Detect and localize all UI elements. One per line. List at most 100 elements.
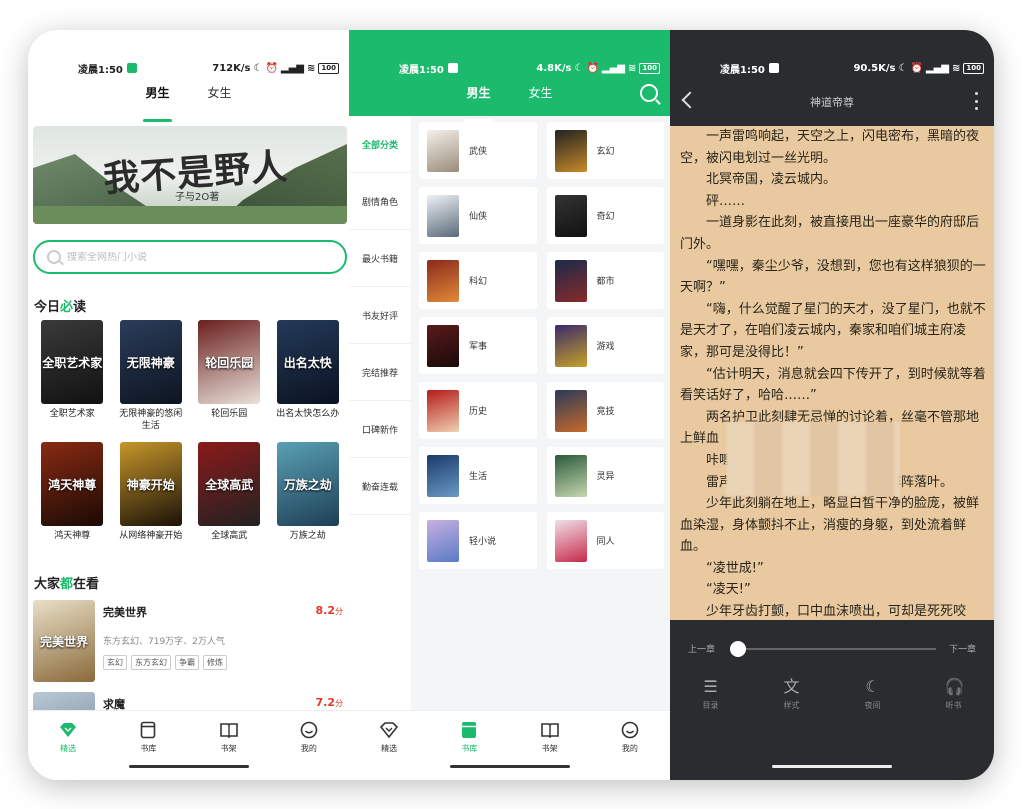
side-menu-item[interactable]: 剧情角色 [349,173,411,230]
book-cover: 全职艺术家 [41,320,104,404]
search-icon[interactable] [640,84,658,102]
category-cover [427,324,459,367]
category-label: 同人 [596,537,615,547]
category-label: 灵异 [596,472,615,482]
category-cover [427,454,459,497]
search-input[interactable] [67,251,317,263]
side-menu-item[interactable]: 书友好评 [349,287,411,344]
category-card[interactable]: 灵异 [546,447,664,504]
category-card[interactable]: 历史 [419,382,537,439]
genre-tag[interactable]: 争霸 [175,655,199,670]
category-card[interactable]: 奇幻 [546,187,664,244]
tab-female[interactable]: 女生 [208,84,232,114]
hot-item-meta: 东方玄幻、719万字、2万人气 [103,637,225,647]
category-card[interactable]: 玄幻 [546,122,664,179]
category-card[interactable]: 军事 [419,317,537,374]
search-bar[interactable] [33,240,347,274]
reader-toolbar: ☰ 目录 文 样式 ☾ 夜间 🎧 听书 [670,678,994,711]
side-menu-item[interactable]: 全部分类 [349,116,411,173]
hot-list-item[interactable]: 完美世界 完美世界 8.2分 东方玄幻、719万字、2万人气 玄幻 东方玄幻 争霸 修炼 [33,600,347,682]
category-cover [554,194,587,237]
category-card[interactable]: 生活 [419,447,537,504]
genre-tag[interactable]: 东方玄幻 [131,655,171,670]
signal-icon: ▂▄▆ [280,62,304,74]
category-card[interactable]: 游戏 [546,317,664,374]
chapter-navigation: 上一章 下一章 [670,638,994,658]
diamond-icon [59,721,77,739]
listen-button[interactable]: 🎧 听书 [924,678,984,711]
tab-female[interactable]: 女生 [529,84,553,114]
next-chapter-button[interactable]: 下一章 [949,642,976,655]
category-label: 科幻 [469,277,488,287]
side-menu-item[interactable]: 完结推荐 [349,344,411,401]
cover-title: 全球高武 [205,477,254,492]
text-paragraph: 砰…… [706,193,746,209]
more-menu-icon[interactable] [975,92,978,110]
chapter-progress-slider[interactable] [738,648,936,650]
category-card[interactable]: 轻小说 [419,512,537,569]
cover-title: 鸿天神尊 [48,477,97,492]
banner-author: 子与2O著 [175,192,220,203]
slider-thumb[interactable] [730,641,746,657]
book-card[interactable]: 鸿天神尊 鸿天神尊 [33,442,112,556]
category-card[interactable]: 都市 [546,252,664,309]
book-cover: 轮回乐园 [198,320,261,404]
book-card[interactable]: 无限神豪 无限神豪的悠闲生活 [112,320,191,434]
cover-title: 全职艺术家 [42,355,103,370]
moon-icon: ☾ [865,677,880,696]
genre-tag[interactable]: 玄幻 [103,655,127,670]
today-book-grid: 全职艺术家 全职艺术家 无限神豪 无限神豪的悠闲生活 轮回乐园 轮回乐园 出名太快 出名太快怎… [33,320,347,556]
prev-chapter-button[interactable]: 上一章 [688,642,715,655]
nav-library[interactable]: 书库 [439,721,499,780]
featured-screen: 凌晨1:50 712K/s ☾ ⏰ ▂▄▆ ≋ 100 男生 女生 我不是野人 … [28,30,349,780]
book-card[interactable]: 全职艺术家 全职艺术家 [33,320,112,434]
chapter-text: 一声雷鸣响起，天空之上，闪电密布，黑暗的夜空，被闪电划过一丝光明。 北冥帝国，凌云… [680,126,986,623]
tab-male[interactable]: 男生 [464,84,493,122]
night-mode-button[interactable]: ☾ 夜间 [843,678,903,711]
category-card[interactable]: 武侠 [419,122,537,179]
nav-bookshelf[interactable]: 书架 [520,721,580,780]
rating-score: 8.2分 [316,604,344,617]
nav-featured-label: 精选 [381,744,398,753]
genre-tag[interactable]: 修炼 [203,655,227,670]
category-cover [554,324,587,367]
alarm-icon: ⏰ [265,62,278,74]
book-cover: 万族之劫 [276,442,339,526]
category-cover [427,194,459,237]
category-card[interactable]: 竞技 [546,382,664,439]
alarm-icon: ⏰ [586,62,599,74]
status-bar: 凌晨1:50 712K/s ☾ ⏰ ▂▄▆ ≋ 100 [28,58,349,78]
tab-male[interactable]: 男生 [143,84,172,122]
nav-profile[interactable]: 我的 [279,721,339,780]
nav-library[interactable]: 书库 [118,721,178,780]
toc-label: 目录 [702,701,719,710]
book-open-icon [219,721,238,739]
text-paragraph: 北冥帝国，凌云城内。 [706,172,837,188]
category-card[interactable]: 仙侠 [419,187,537,244]
side-menu-item[interactable]: 口碑新作 [349,401,411,458]
category-label: 历史 [469,407,488,417]
book-card[interactable]: 万族之劫 万族之劫 [269,442,348,556]
book-card[interactable]: 神豪开始 从网络神豪开始 [112,442,191,556]
promo-banner[interactable]: 我不是野人 子与2O著 [33,126,347,224]
style-button[interactable]: 文 样式 [762,678,822,711]
toc-button[interactable]: ☰ 目录 [681,678,741,711]
home-indicator[interactable] [128,765,249,768]
net-speed: 90.5K/s [853,62,896,74]
nav-featured[interactable]: 精选 [359,721,419,780]
side-menu-item[interactable]: 最火书籍 [349,230,411,287]
nav-profile[interactable]: 我的 [600,721,660,780]
nav-featured[interactable]: 精选 [38,721,98,780]
app-badge-icon [768,62,779,73]
home-indicator[interactable] [772,765,892,768]
book-card[interactable]: 轮回乐园 轮回乐园 [190,320,269,434]
style-label: 样式 [783,701,800,710]
book-card[interactable]: 全球高武 全球高武 [190,442,269,556]
category-card[interactable]: 科幻 [419,252,537,309]
nav-bookshelf[interactable]: 书架 [199,721,259,780]
side-menu-item[interactable]: 勤奋连载 [349,458,411,515]
book-card[interactable]: 出名太快 出名太快怎么办 [269,320,348,434]
category-card[interactable]: 同人 [546,512,664,569]
home-indicator[interactable] [449,765,570,768]
category-cover [554,389,587,432]
